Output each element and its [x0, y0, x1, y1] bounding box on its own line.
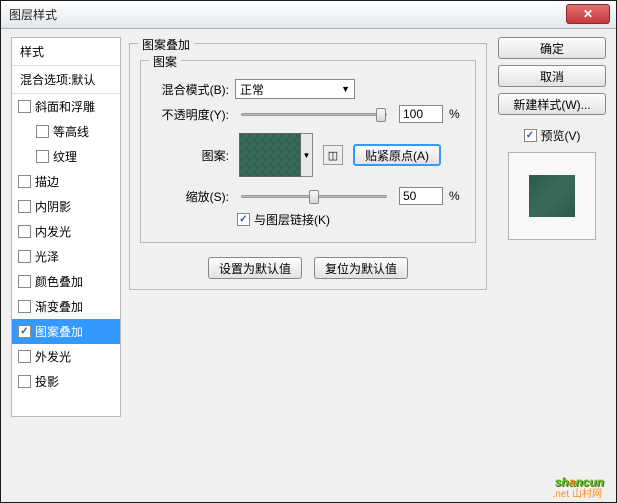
blend-options-default[interactable]: 混合选项:默认 — [12, 66, 120, 94]
preview-box — [508, 152, 596, 240]
style-label: 描边 — [35, 173, 59, 190]
inner-title: 图案 — [149, 53, 181, 70]
checkbox[interactable] — [18, 350, 31, 363]
pattern-dropdown-arrow[interactable]: ▼ — [301, 133, 313, 177]
styles-header[interactable]: 样式 — [12, 38, 120, 66]
preview-checkbox-row: 预览(V) — [498, 127, 606, 144]
style-satin[interactable]: 光泽 — [12, 244, 120, 269]
style-color-overlay[interactable]: 颜色叠加 — [12, 269, 120, 294]
blend-mode-select[interactable]: 正常 ▼ — [235, 79, 355, 99]
blend-mode-label: 混合模式(B): — [151, 81, 229, 98]
style-label: 内发光 — [35, 223, 71, 240]
style-label: 图案叠加 — [35, 323, 83, 340]
percent-label: % — [449, 189, 465, 203]
main-settings-panel: 图案叠加 图案 混合模式(B): 正常 ▼ 不透明度(Y): — [129, 37, 487, 417]
opacity-slider[interactable] — [241, 113, 387, 116]
checkbox[interactable] — [18, 100, 31, 113]
window-title: 图层样式 — [9, 6, 57, 23]
pattern-label: 图案: — [151, 147, 229, 164]
style-label: 等高线 — [53, 123, 89, 140]
blend-mode-value: 正常 — [240, 81, 264, 98]
preview-label: 预览(V) — [541, 127, 581, 144]
percent-label: % — [449, 107, 465, 121]
close-icon: ✕ — [583, 7, 593, 21]
style-inner-glow[interactable]: 内发光 — [12, 219, 120, 244]
style-outer-glow[interactable]: 外发光 — [12, 344, 120, 369]
style-label: 斜面和浮雕 — [35, 98, 95, 115]
checkbox[interactable] — [36, 125, 49, 138]
style-label: 投影 — [35, 373, 59, 390]
style-label: 光泽 — [35, 248, 59, 265]
set-default-button[interactable]: 设置为默认值 — [208, 257, 302, 279]
opacity-row: 不透明度(Y): % — [151, 105, 465, 123]
link-with-layer-row: 与图层链接(K) — [237, 211, 465, 228]
style-drop-shadow[interactable]: 投影 — [12, 369, 120, 394]
pattern-overlay-group: 图案叠加 图案 混合模式(B): 正常 ▼ 不透明度(Y): — [129, 43, 487, 290]
default-buttons-row: 设置为默认值 复位为默认值 — [140, 257, 476, 279]
styles-list-panel: 样式 混合选项:默认 斜面和浮雕 等高线 纹理 描边 内阴影 内发光 光泽 颜色… — [11, 37, 121, 417]
checkbox[interactable] — [18, 275, 31, 288]
checkbox[interactable] — [18, 175, 31, 188]
checkbox[interactable] — [36, 150, 49, 163]
checkbox[interactable] — [18, 225, 31, 238]
checkbox[interactable] — [18, 200, 31, 213]
style-stroke[interactable]: 描边 — [12, 169, 120, 194]
link-checkbox[interactable] — [237, 213, 250, 226]
close-button[interactable]: ✕ — [566, 4, 610, 24]
pattern-picker[interactable]: ▼ — [239, 133, 313, 177]
pattern-swatch — [239, 133, 301, 177]
watermark-sub: .net 山村网 — [553, 485, 602, 500]
new-style-button[interactable]: 新建样式(W)... — [498, 93, 606, 115]
chevron-down-icon: ▼ — [341, 84, 350, 94]
style-label: 纹理 — [53, 148, 77, 165]
preview-checkbox[interactable] — [524, 129, 537, 142]
style-label: 渐变叠加 — [35, 298, 83, 315]
checkbox[interactable] — [18, 325, 31, 338]
ok-button[interactable]: 确定 — [498, 37, 606, 59]
style-label: 内阴影 — [35, 198, 71, 215]
style-pattern-overlay[interactable]: 图案叠加 — [12, 319, 120, 344]
group-title: 图案叠加 — [138, 36, 194, 53]
opacity-input[interactable] — [399, 105, 443, 123]
style-inner-shadow[interactable]: 内阴影 — [12, 194, 120, 219]
style-label: 外发光 — [35, 348, 71, 365]
right-button-panel: 确定 取消 新建样式(W)... 预览(V) — [498, 37, 606, 240]
style-gradient-overlay[interactable]: 渐变叠加 — [12, 294, 120, 319]
checkbox[interactable] — [18, 250, 31, 263]
preview-swatch — [529, 175, 575, 217]
checkbox[interactable] — [18, 375, 31, 388]
layer-style-dialog: 图层样式 ✕ 样式 混合选项:默认 斜面和浮雕 等高线 纹理 描边 内阴影 内发… — [0, 0, 617, 503]
slider-thumb[interactable] — [309, 190, 319, 204]
scale-input[interactable] — [399, 187, 443, 205]
reset-default-button[interactable]: 复位为默认值 — [314, 257, 408, 279]
link-label: 与图层链接(K) — [254, 211, 330, 228]
scale-slider[interactable] — [241, 195, 387, 198]
pattern-group: 图案 混合模式(B): 正常 ▼ 不透明度(Y): — [140, 60, 476, 243]
style-bevel-emboss[interactable]: 斜面和浮雕 — [12, 94, 120, 119]
new-pattern-icon[interactable]: ◫ — [323, 145, 343, 165]
opacity-label: 不透明度(Y): — [151, 106, 229, 123]
snap-origin-button[interactable]: 贴紧原点(A) — [353, 144, 441, 166]
style-texture[interactable]: 纹理 — [12, 144, 120, 169]
scale-label: 缩放(S): — [151, 188, 229, 205]
scale-row: 缩放(S): % — [151, 187, 465, 205]
blend-mode-row: 混合模式(B): 正常 ▼ — [151, 79, 465, 99]
dialog-body: 样式 混合选项:默认 斜面和浮雕 等高线 纹理 描边 内阴影 内发光 光泽 颜色… — [1, 29, 616, 502]
cancel-button[interactable]: 取消 — [498, 65, 606, 87]
slider-thumb[interactable] — [376, 108, 386, 122]
style-label: 颜色叠加 — [35, 273, 83, 290]
checkbox[interactable] — [18, 300, 31, 313]
titlebar: 图层样式 ✕ — [1, 1, 616, 29]
pattern-row: 图案: ▼ ◫ 贴紧原点(A) — [151, 133, 465, 177]
style-contour[interactable]: 等高线 — [12, 119, 120, 144]
